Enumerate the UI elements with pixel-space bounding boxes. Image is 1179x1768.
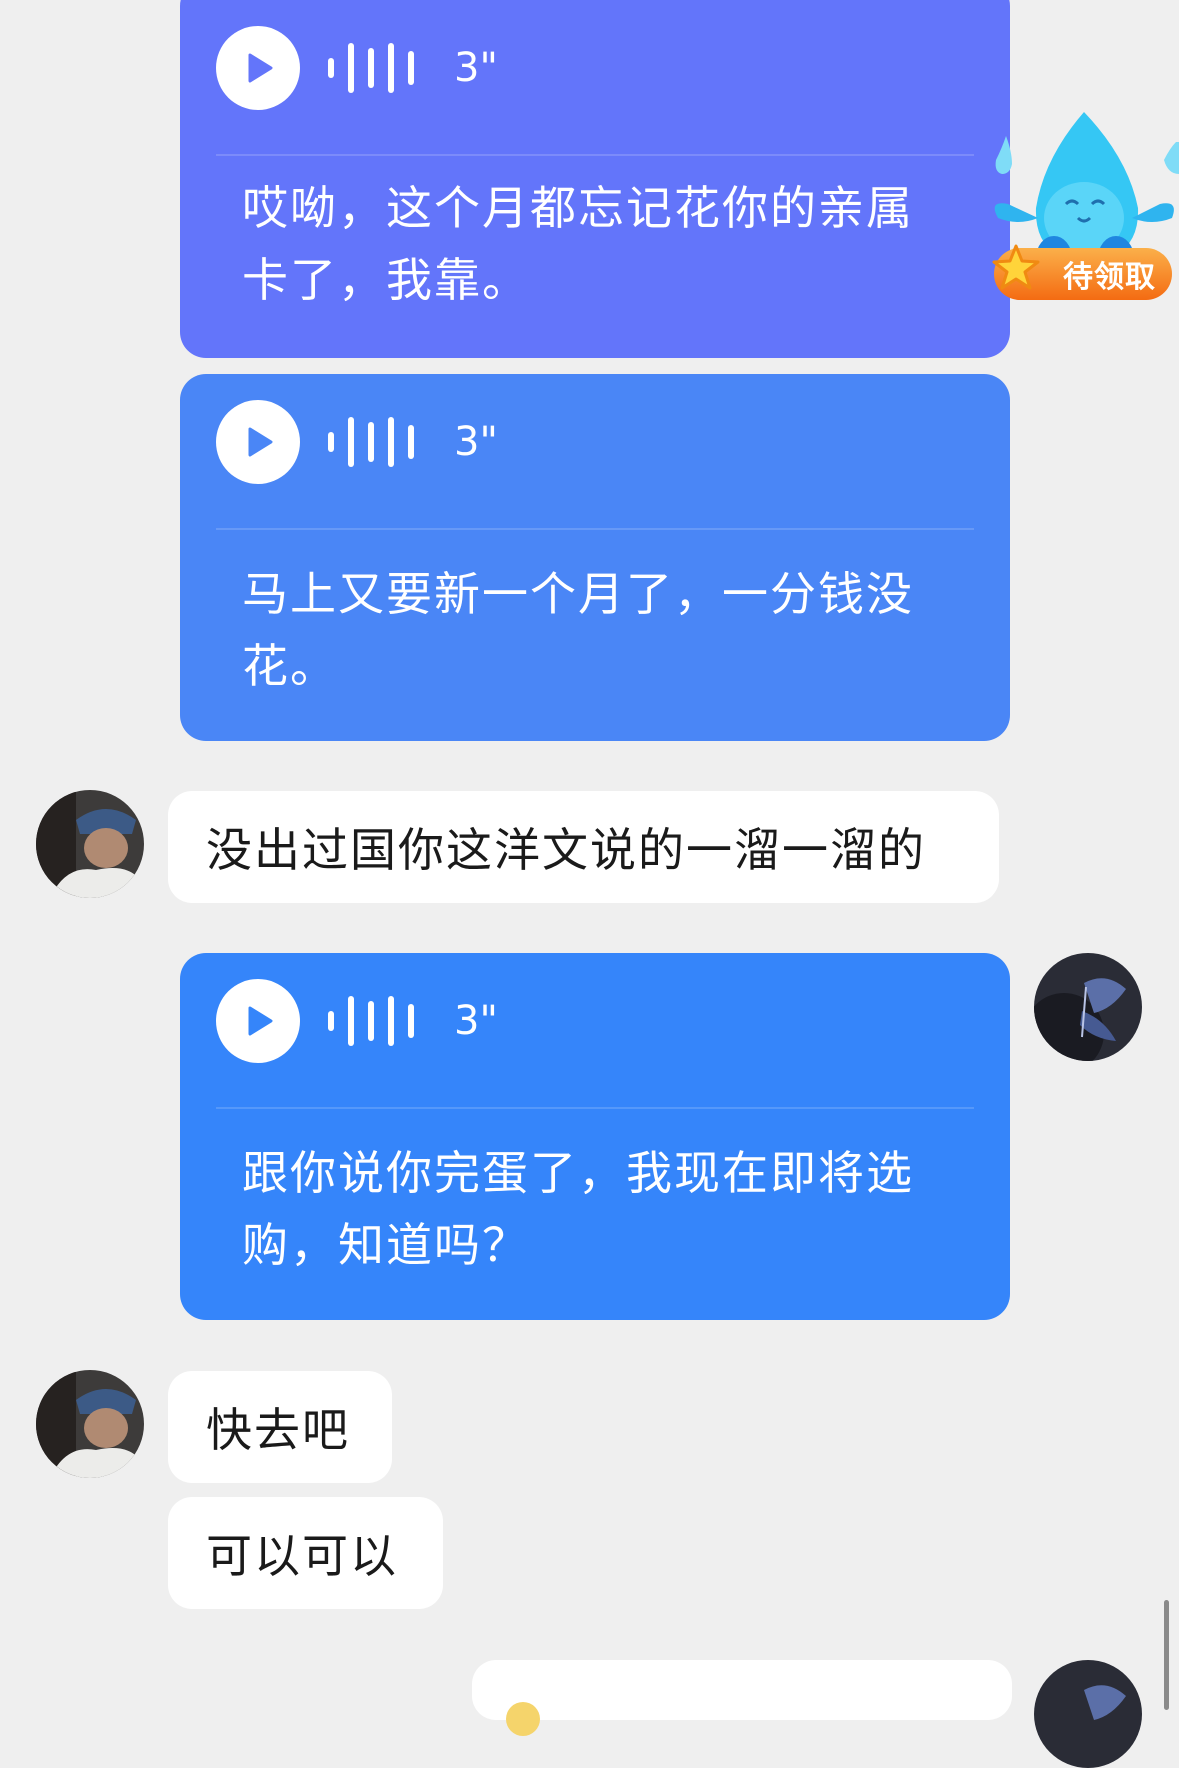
play-button[interactable] [216,979,300,1063]
incoming-message-bubble[interactable]: 可以可以 [168,1497,443,1609]
outgoing-message-bubble-partial[interactable] [472,1660,1012,1736]
floating-reward-widget[interactable]: 待领取 [988,108,1179,324]
waveform-icon [328,412,414,472]
voice-message-bubble[interactable]: 3" 哎呦，这个月都忘记花你的亲属卡了，我靠。 [180,0,1010,358]
star-icon [992,244,1040,290]
message-text: 快去吧 [206,1403,350,1457]
contact-avatar[interactable] [36,790,144,898]
voice-duration: 3" [454,45,498,91]
divider [216,528,974,530]
voice-message-bubble[interactable]: 3" 马上又要新一个月了，一分钱没花。 [180,374,1010,741]
voice-duration: 3" [454,998,498,1044]
voice-transcript[interactable]: 马上又要新一个月了，一分钱没花。 [242,558,960,702]
voice-transcript[interactable]: 跟你说你完蛋了，我现在即将选购，知道吗？ [242,1137,960,1281]
play-icon [248,1006,273,1036]
waveform-icon [328,991,414,1051]
emoji-icon [506,1702,540,1736]
message-text: 没出过国你这洋文说的一溜一溜的 [206,823,926,877]
message-text: 可以可以 [206,1529,398,1583]
play-icon [248,427,273,457]
waveform-icon [328,38,414,98]
play-button[interactable] [216,26,300,110]
badge-label: 待领取 [1063,260,1156,295]
voice-message-bubble[interactable]: 3" 跟你说你完蛋了，我现在即将选购，知道吗？ [180,953,1010,1320]
incoming-message-bubble[interactable]: 没出过国你这洋文说的一溜一溜的 [168,791,999,903]
play-button[interactable] [216,400,300,484]
my-avatar[interactable] [1034,953,1142,1061]
voice-transcript[interactable]: 哎呦，这个月都忘记花你的亲属卡了，我靠。 [242,172,960,316]
voice-duration: 3" [454,419,498,465]
my-avatar[interactable] [1034,1660,1142,1768]
divider [216,154,974,156]
incoming-message-bubble[interactable]: 快去吧 [168,1371,392,1483]
reward-badge[interactable]: 待领取 [992,244,1172,300]
play-icon [248,53,273,83]
contact-avatar[interactable] [36,1370,144,1478]
divider [216,1107,974,1109]
scrollbar[interactable] [1164,1600,1169,1710]
